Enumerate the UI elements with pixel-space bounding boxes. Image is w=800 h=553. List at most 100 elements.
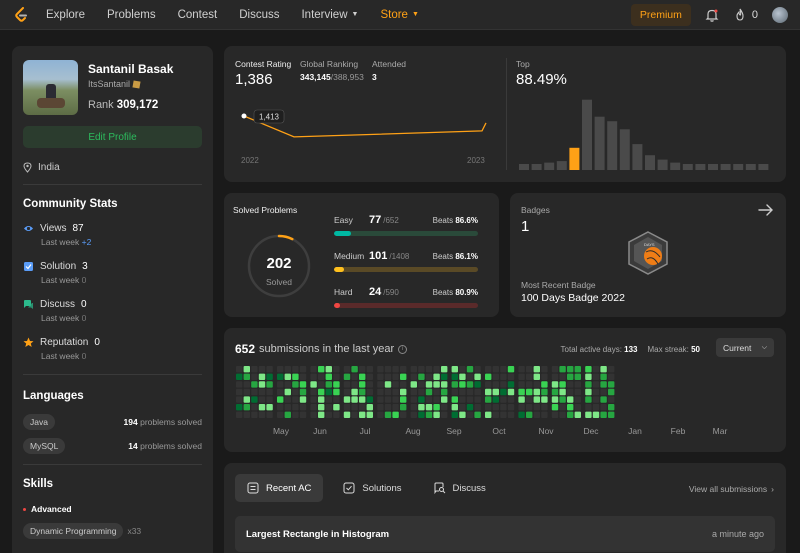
histogram-bar[interactable] xyxy=(569,147,580,170)
heatmap-cell[interactable] xyxy=(492,396,499,403)
heatmap-cell[interactable] xyxy=(592,366,600,373)
submission-title[interactable]: Largest Rectangle in Histogram xyxy=(246,529,389,540)
heatmap-cell[interactable] xyxy=(485,411,492,418)
heatmap-cell[interactable] xyxy=(343,404,351,411)
heatmap-cell[interactable] xyxy=(392,404,399,411)
heatmap-cell[interactable] xyxy=(243,396,250,403)
heatmap-cell[interactable] xyxy=(418,381,425,388)
heatmap-cell[interactable] xyxy=(277,388,284,396)
heatmap-cell[interactable] xyxy=(533,396,540,403)
heatmap-cell[interactable] xyxy=(299,411,307,418)
heatmap-cell[interactable] xyxy=(318,404,325,411)
heatmap-cell[interactable] xyxy=(425,388,433,396)
heatmap-cell[interactable] xyxy=(243,411,250,418)
nav-discuss[interactable]: Discuss xyxy=(239,9,279,21)
heatmap-cell[interactable] xyxy=(251,396,258,403)
heatmap-cell[interactable] xyxy=(451,404,458,411)
heatmap-cell[interactable] xyxy=(333,373,340,380)
heatmap-cell[interactable] xyxy=(451,366,458,373)
heatmap-cell[interactable] xyxy=(292,381,299,388)
heatmap-cell[interactable] xyxy=(533,388,540,396)
heatmap-cell[interactable] xyxy=(351,388,358,396)
heatmap-cell[interactable] xyxy=(425,404,433,411)
heatmap-cell[interactable] xyxy=(410,396,417,403)
histogram-bar[interactable] xyxy=(708,164,718,170)
heatmap-cell[interactable] xyxy=(533,366,540,373)
rating-point[interactable] xyxy=(241,113,247,119)
heatmap-cell[interactable] xyxy=(441,381,448,388)
heatmap-cell[interactable] xyxy=(441,366,448,373)
heatmap-cell[interactable] xyxy=(351,366,358,373)
heatmap-cell[interactable] xyxy=(351,381,358,388)
heatmap-cell[interactable] xyxy=(292,366,299,373)
heatmap-cell[interactable] xyxy=(541,411,548,418)
heatmap-cell[interactable] xyxy=(592,373,600,380)
heatmap-cell[interactable] xyxy=(277,396,284,403)
heatmap-cell[interactable] xyxy=(325,411,332,418)
heatmap-cell[interactable] xyxy=(459,388,466,396)
heatmap-cell[interactable] xyxy=(284,388,291,396)
heatmap-cell[interactable] xyxy=(500,396,507,403)
heatmap-cell[interactable] xyxy=(258,404,266,411)
histogram-bar[interactable] xyxy=(594,116,605,170)
heatmap-cell[interactable] xyxy=(500,404,507,411)
heatmap-cell[interactable] xyxy=(243,388,250,396)
heatmap-cell[interactable] xyxy=(325,396,332,403)
heatmap-cell[interactable] xyxy=(277,373,284,380)
heatmap-cell[interactable] xyxy=(541,388,548,396)
heatmap-cell[interactable] xyxy=(410,381,417,388)
heatmap-cell[interactable] xyxy=(574,396,581,403)
heatmap-cell[interactable] xyxy=(500,366,507,373)
heatmap-cell[interactable] xyxy=(500,373,507,380)
heatmap-cell[interactable] xyxy=(507,381,515,388)
heatmap-cell[interactable] xyxy=(236,388,243,396)
heatmap-cell[interactable] xyxy=(559,411,566,418)
heatmap-cell[interactable] xyxy=(518,373,525,380)
heatmap-cell[interactable] xyxy=(466,373,474,380)
histogram-bar[interactable] xyxy=(745,164,756,170)
histogram-bar[interactable] xyxy=(544,162,555,170)
heatmap-cell[interactable] xyxy=(284,373,291,380)
heatmap-cell[interactable] xyxy=(310,366,317,373)
heatmap-cell[interactable] xyxy=(485,396,492,403)
heatmap-cell[interactable] xyxy=(500,388,507,396)
leetcode-logo-icon[interactable] xyxy=(14,6,28,23)
heatmap-cell[interactable] xyxy=(451,373,458,380)
heatmap-cell[interactable] xyxy=(266,366,273,373)
heatmap-cell[interactable] xyxy=(384,404,392,411)
heatmap-cell[interactable] xyxy=(433,388,440,396)
histogram-bar[interactable] xyxy=(632,144,643,170)
heatmap-cell[interactable] xyxy=(258,411,266,418)
heatmap-cell[interactable] xyxy=(541,366,548,373)
heatmap-cell[interactable] xyxy=(258,366,266,373)
heatmap-cell[interactable] xyxy=(551,381,559,388)
heatmap-cell[interactable] xyxy=(299,404,307,411)
histogram-bar[interactable] xyxy=(556,161,567,170)
heatmap-cell[interactable] xyxy=(567,404,574,411)
heatmap-cell[interactable] xyxy=(343,381,351,388)
heatmap-cell[interactable] xyxy=(377,411,384,418)
heatmap-cell[interactable] xyxy=(574,366,581,373)
heatmap-cell[interactable] xyxy=(318,388,325,396)
heatmap-cell[interactable] xyxy=(359,396,366,403)
heatmap-cell[interactable] xyxy=(459,373,466,380)
heatmap-cell[interactable] xyxy=(585,381,592,388)
heatmap-cell[interactable] xyxy=(266,381,273,388)
heatmap-cell[interactable] xyxy=(258,373,266,380)
heatmap-cell[interactable] xyxy=(366,411,373,418)
heatmap-cell[interactable] xyxy=(433,411,440,418)
heatmap-cell[interactable] xyxy=(266,404,273,411)
heatmap-cell[interactable] xyxy=(485,404,492,411)
heatmap-cell[interactable] xyxy=(474,404,481,411)
heatmap-cell[interactable] xyxy=(418,366,425,373)
heatmap-cell[interactable] xyxy=(236,396,243,403)
badge-100-days-icon[interactable]: DAYS xyxy=(625,230,671,276)
heatmap-cell[interactable] xyxy=(518,366,525,373)
heatmap-cell[interactable] xyxy=(608,373,615,380)
heatmap-cell[interactable] xyxy=(608,381,615,388)
heatmap-cell[interactable] xyxy=(574,373,581,380)
heatmap-cell[interactable] xyxy=(392,396,399,403)
nav-store[interactable]: Store ▼ xyxy=(380,9,418,21)
heatmap-cell[interactable] xyxy=(318,366,325,373)
heatmap-cell[interactable] xyxy=(551,388,559,396)
